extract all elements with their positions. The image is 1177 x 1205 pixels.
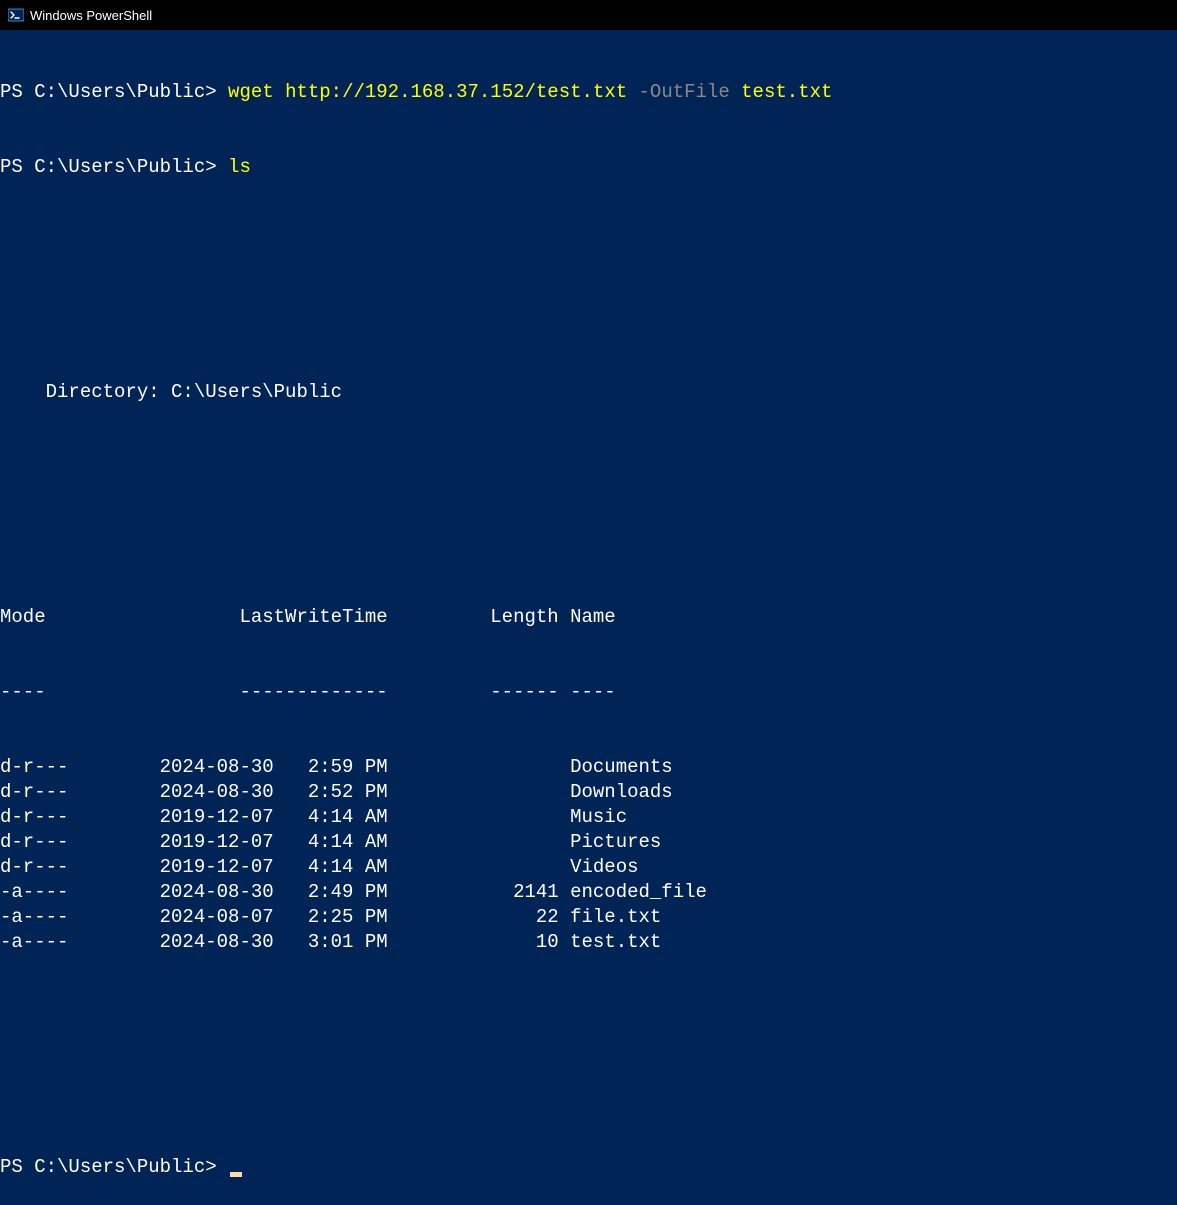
command-line-3: PS C:\Users\Public> xyxy=(0,1155,1177,1180)
ls-command: ls xyxy=(228,156,251,178)
wget-flag: -OutFile xyxy=(639,81,742,103)
listing-row: d-r--- 2019-12-07 4:14 AM Pictures xyxy=(0,830,1177,855)
command-line-1: PS C:\Users\Public> wget http://192.168.… xyxy=(0,80,1177,105)
listing-row: -a---- 2024-08-30 2:49 PM 2141 encoded_f… xyxy=(0,880,1177,905)
blank-line xyxy=(0,530,1177,555)
prompt: PS C:\Users\Public> xyxy=(0,156,228,178)
wget-url: http://192.168.37.152/test.txt xyxy=(285,81,638,103)
powershell-icon xyxy=(8,7,24,23)
listing-row: -a---- 2024-08-07 2:25 PM 22 file.txt xyxy=(0,905,1177,930)
listing-row: d-r--- 2019-12-07 4:14 AM Music xyxy=(0,805,1177,830)
command-line-2: PS C:\Users\Public> ls xyxy=(0,155,1177,180)
blank-line xyxy=(0,230,1177,255)
listing-row: d-r--- 2019-12-07 4:14 AM Videos xyxy=(0,855,1177,880)
terminal-output[interactable]: PS C:\Users\Public> wget http://192.168.… xyxy=(0,30,1177,1205)
listing-row: -a---- 2024-08-30 3:01 PM 10 test.txt xyxy=(0,930,1177,955)
prompt: PS C:\Users\Public> xyxy=(0,1156,228,1178)
blank-line xyxy=(0,1005,1177,1030)
directory-label: Directory: C:\Users\Public xyxy=(0,380,1177,405)
listing-divider: ---- ------------- ------ ---- xyxy=(0,680,1177,705)
blank-line xyxy=(0,455,1177,480)
prompt: PS C:\Users\Public> xyxy=(0,81,228,103)
blank-line xyxy=(0,1080,1177,1105)
listing-row: d-r--- 2024-08-30 2:59 PM Documents xyxy=(0,755,1177,780)
listing-row: d-r--- 2024-08-30 2:52 PM Downloads xyxy=(0,780,1177,805)
cursor xyxy=(230,1172,242,1177)
blank-line xyxy=(0,305,1177,330)
wget-command: wget xyxy=(228,81,285,103)
window-title: Windows PowerShell xyxy=(30,8,152,23)
wget-arg: test.txt xyxy=(741,81,832,103)
listing-header: Mode LastWriteTime Length Name xyxy=(0,605,1177,630)
window-titlebar[interactable]: Windows PowerShell xyxy=(0,0,1177,30)
